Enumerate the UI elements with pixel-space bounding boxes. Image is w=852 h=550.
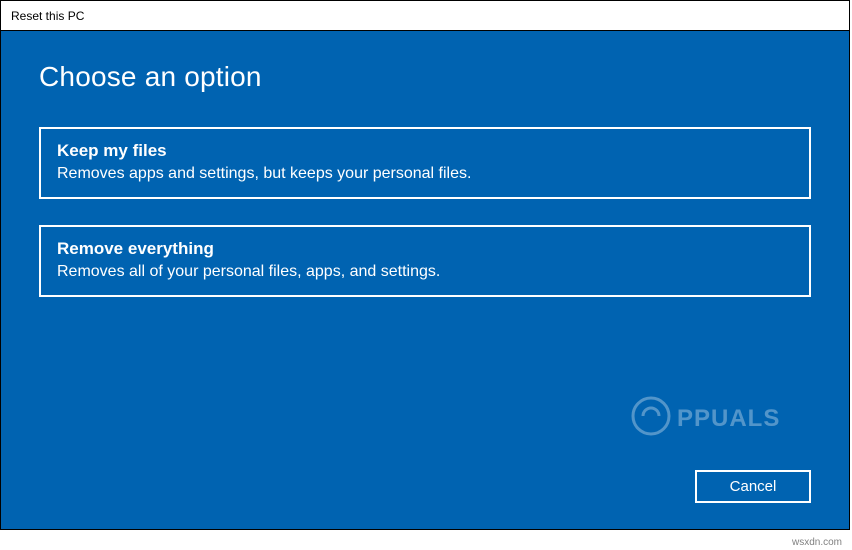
option-description: Removes all of your personal files, apps… [57, 263, 793, 281]
watermark-logo: PPUALS [629, 386, 809, 451]
site-credit: wsxdn.com [792, 537, 842, 548]
option-title: Remove everything [57, 239, 793, 259]
svg-text:PPUALS: PPUALS [677, 405, 780, 432]
cancel-button[interactable]: Cancel [695, 470, 811, 503]
titlebar: Reset this PC [1, 1, 849, 31]
reset-pc-window: Reset this PC Choose an option Keep my f… [0, 0, 850, 530]
option-keep-my-files[interactable]: Keep my files Removes apps and settings,… [39, 127, 811, 199]
window-title: Reset this PC [11, 9, 84, 23]
option-title: Keep my files [57, 141, 793, 161]
option-remove-everything[interactable]: Remove everything Removes all of your pe… [39, 225, 811, 297]
page-heading: Choose an option [39, 61, 811, 93]
option-description: Removes apps and settings, but keeps you… [57, 165, 793, 183]
content-area: Choose an option Keep my files Removes a… [1, 31, 849, 529]
